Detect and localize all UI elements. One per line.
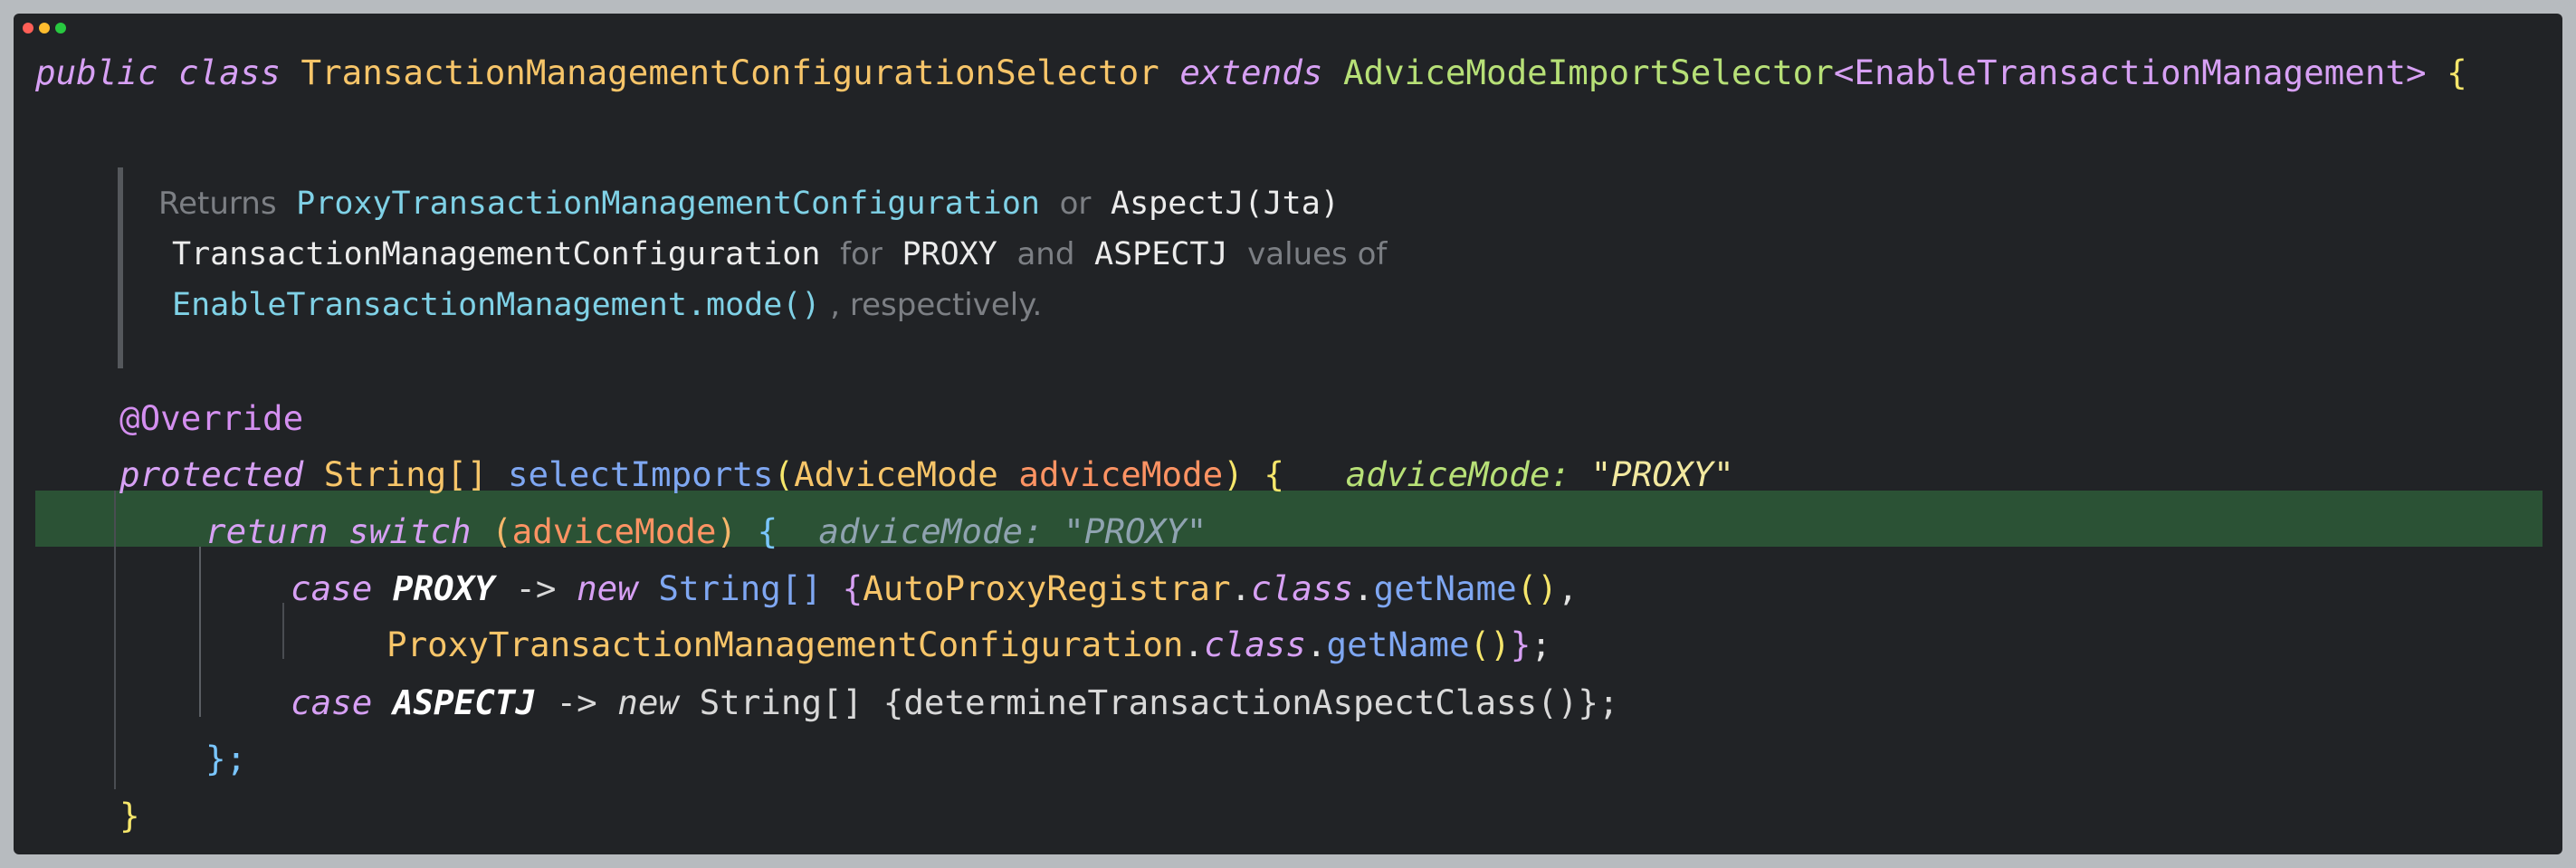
keyword-new: new <box>617 682 679 722</box>
doc-code-tx-config: TransactionManagementConfiguration <box>172 236 821 272</box>
switch-open-paren: ( <box>491 511 512 551</box>
method-name: selectImports <box>507 454 774 494</box>
keyword-return: return <box>205 511 329 551</box>
doc-code-proxy: PROXY <box>902 236 997 272</box>
code-window: public class TransactionManagementConfig… <box>14 14 2562 854</box>
method-open-paren: ( <box>773 454 795 494</box>
array-close-brace: } <box>1510 625 1531 664</box>
registrar-class: AutoProxyRegistrar <box>863 568 1231 608</box>
enum-proxy: PROXY <box>392 568 495 608</box>
keyword-switch: switch <box>348 511 472 551</box>
case-proxy-line: case PROXY -> new String[] {AutoProxyReg… <box>291 561 1578 615</box>
doc-or: or <box>1059 186 1092 222</box>
indent-guide-method <box>114 491 116 789</box>
switch-close-brace: }; <box>205 739 247 778</box>
class-declaration-line: public class TransactionManagementConfig… <box>35 45 2467 100</box>
override-annotation: @Override <box>119 398 304 438</box>
switch-arg: adviceMode <box>511 511 717 551</box>
enum-aspectj: ASPECTJ <box>392 682 536 722</box>
dot: . <box>1305 625 1327 664</box>
doc-code-aspectj-jta: AspectJ(Jta) <box>1111 186 1340 222</box>
keyword-class-literal: class <box>1251 568 1354 608</box>
keyword-case: case <box>291 568 373 608</box>
generic-type: EnableTransactionManagement <box>1854 52 2406 92</box>
arrow-op: -> <box>556 682 597 722</box>
indent-guide-switch <box>199 547 201 717</box>
case-proxy-continuation-line: ProxyTransactionManagementConfiguration.… <box>386 617 1551 672</box>
inlay-hint-value-2: "PROXY" <box>1064 511 1207 551</box>
semicolon: ; <box>1531 625 1551 664</box>
call-parens: () <box>1516 568 1558 608</box>
method-close-paren: ) <box>1223 454 1244 494</box>
array-open-brace: { <box>842 568 863 608</box>
comma: , <box>1557 568 1579 608</box>
super-class-name: AdviceModeImportSelector <box>1342 52 1834 92</box>
keyword-protected: protected <box>119 454 304 494</box>
doc-link-proxy-config[interactable]: ProxyTransactionManagementConfiguration <box>296 186 1040 222</box>
method-close-line: } <box>119 788 140 843</box>
class-open-brace: { <box>2447 52 2467 92</box>
param-type: AdviceMode <box>794 454 998 494</box>
override-annotation-line: @Override <box>119 391 303 445</box>
inlay-hint-value: "PROXY" <box>1590 454 1734 494</box>
aspectj-expression: String[] {determineTransactionAspectClas… <box>699 682 1619 722</box>
call-parens: () <box>1469 625 1511 664</box>
return-type: String[] <box>323 454 488 494</box>
doc-for: for <box>840 236 883 272</box>
switch-close-paren: ) <box>716 511 738 551</box>
keyword-new: new <box>577 568 638 608</box>
arrow-op: -> <box>515 568 557 608</box>
keyword-extends: extends <box>1179 52 1323 92</box>
minimize-window-button[interactable] <box>39 23 50 33</box>
param-name: adviceMode <box>1018 454 1224 494</box>
proxy-config-class: ProxyTransactionManagementConfiguration <box>386 625 1184 664</box>
get-name-call: getName <box>1373 568 1517 608</box>
doc-comment-bar <box>118 167 123 368</box>
return-switch-line: return switch (adviceMode) { adviceMode:… <box>205 504 1207 558</box>
keyword-class: class <box>178 52 281 92</box>
generic-close: > <box>2405 52 2427 92</box>
array-type: String[] <box>658 568 823 608</box>
doc-code-aspectj: ASPECTJ <box>1094 236 1228 272</box>
method-open-brace: { <box>1264 454 1284 494</box>
method-close-brace: } <box>119 796 140 835</box>
doc-and: and <box>1016 236 1075 272</box>
doc-values-of: values of <box>1247 236 1388 272</box>
dot: . <box>1183 625 1205 664</box>
inlay-hint-label-2: adviceMode: <box>818 511 1044 551</box>
doc-link-mode[interactable]: EnableTransactionManagement.mode() <box>172 287 820 323</box>
doc-respectively: , respectively. <box>830 287 1043 323</box>
dot: . <box>1230 568 1252 608</box>
doc-returns: Returns <box>158 186 277 222</box>
close-window-button[interactable] <box>23 23 33 33</box>
doc-comment-line-2: TransactionManagementConfiguration for P… <box>172 229 1387 280</box>
method-declaration-line: protected String[] selectImports(AdviceM… <box>119 447 1734 501</box>
case-aspectj-line: case ASPECTJ -> new String[] {determineT… <box>291 675 1619 730</box>
dot: . <box>1353 568 1374 608</box>
switch-open-brace: { <box>757 511 778 551</box>
keyword-class-literal: class <box>1204 625 1306 664</box>
indent-guide-continuation <box>282 603 284 659</box>
doc-comment-line-3: EnableTransactionManagement.mode() , res… <box>172 280 1042 330</box>
inlay-hint-label: adviceMode: <box>1345 454 1571 494</box>
doc-comment-line-1: Returns ProxyTransactionManagementConfig… <box>158 178 1340 229</box>
generic-open: < <box>1833 52 1855 92</box>
get-name-call: getName <box>1326 625 1470 664</box>
zoom-window-button[interactable] <box>55 23 66 33</box>
switch-close-line: }; <box>205 731 246 786</box>
keyword-public: public <box>35 52 158 92</box>
window-controls <box>23 23 66 33</box>
keyword-case: case <box>291 682 373 722</box>
class-name: TransactionManagementConfigurationSelect… <box>301 52 1159 92</box>
